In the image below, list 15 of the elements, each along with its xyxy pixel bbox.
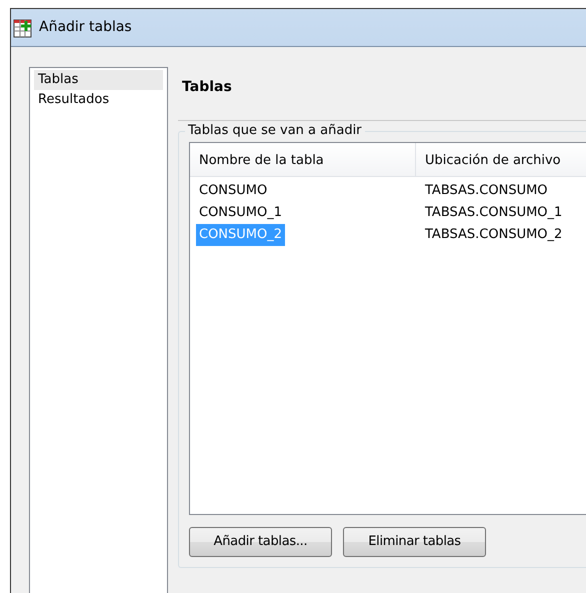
table-cell-text: TABSAS.CONSUMO: [424, 182, 549, 200]
column-header[interactable]: Nombre de la tabla: [190, 143, 416, 176]
action-button[interactable]: Añadir tablas...: [189, 527, 332, 557]
table-add-icon: [13, 18, 33, 38]
page-title: Tablas: [182, 78, 233, 97]
window-title: Añadir tablas: [39, 18, 132, 37]
action-button[interactable]: Eliminar tablas: [343, 527, 486, 557]
group-legend: Tablas que se van a añadir: [185, 123, 365, 139]
table-cell-text: TABSAS.CONSUMO_2: [424, 226, 564, 244]
table-cell[interactable]: CONSUMO: [190, 180, 270, 202]
table-cell-text: TABSAS.CONSUMO_1: [424, 204, 564, 222]
column-header[interactable]: Ubicación de archivo: [416, 143, 570, 176]
sidebar-item[interactable]: Tablas: [34, 70, 163, 90]
sidebar-item[interactable]: Resultados: [34, 90, 163, 110]
table-cell[interactable]: CONSUMO_1: [190, 202, 286, 224]
